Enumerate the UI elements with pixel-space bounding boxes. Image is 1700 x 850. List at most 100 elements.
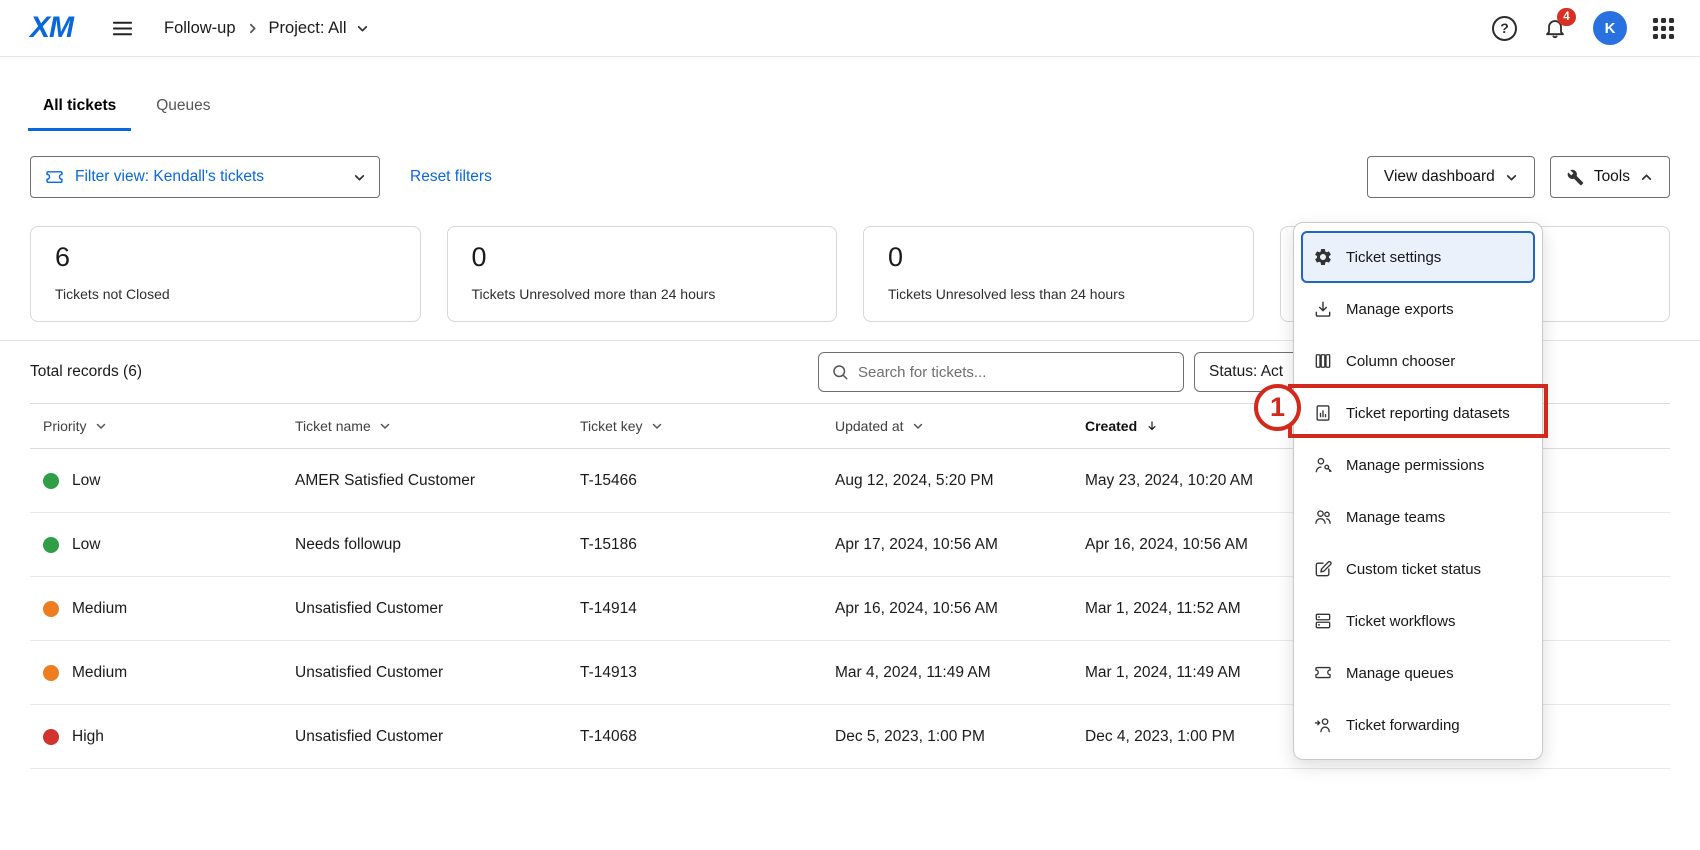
hamburger-menu-icon[interactable] <box>111 17 134 40</box>
updated-at-cell: Mar 4, 2024, 11:49 AM <box>835 664 1085 682</box>
priority-dot <box>43 729 59 745</box>
column-header-ticket-key[interactable]: Ticket key <box>580 418 835 434</box>
tabs: All tickets Queues <box>0 57 1700 131</box>
tab-queues[interactable]: Queues <box>141 97 225 131</box>
ticket-icon <box>44 167 65 188</box>
ticket-name-cell: Unsatisfied Customer <box>295 664 580 682</box>
priority-cell: Medium <box>43 664 295 682</box>
menu-item-manage-teams[interactable]: Manage teams <box>1301 491 1535 543</box>
breadcrumb: Follow-up Project: All <box>164 19 369 38</box>
stat-label: Tickets Unresolved more than 24 hours <box>472 286 813 302</box>
stat-label: Tickets not Closed <box>55 286 396 302</box>
stat-card-unresolved-under-24h: 0 Tickets Unresolved less than 24 hours <box>863 226 1254 322</box>
notification-badge: 4 <box>1557 8 1576 26</box>
menu-item-label: Manage queues <box>1346 665 1454 682</box>
person-arrow-icon <box>1313 715 1333 735</box>
chevron-right-icon <box>246 22 259 35</box>
chevron-down-icon <box>651 420 663 432</box>
stat-value: 0 <box>472 242 813 273</box>
chevron-down-icon[interactable] <box>356 22 369 35</box>
column-label: Ticket key <box>580 418 643 434</box>
column-header-ticket-name[interactable]: Ticket name <box>295 418 580 434</box>
breadcrumb-followup[interactable]: Follow-up <box>164 19 236 38</box>
stat-value: 0 <box>888 242 1229 273</box>
priority-label: Low <box>72 536 100 554</box>
updated-at-cell: Apr 17, 2024, 10:56 AM <box>835 536 1085 554</box>
priority-cell: Low <box>43 536 295 554</box>
column-label: Created <box>1085 418 1137 434</box>
ticket-search[interactable] <box>818 352 1184 392</box>
person-key-icon <box>1313 455 1333 475</box>
stat-card-not-closed: 6 Tickets not Closed <box>30 226 421 322</box>
wrench-icon <box>1567 169 1584 186</box>
updated-at-cell: Dec 5, 2023, 1:00 PM <box>835 728 1085 746</box>
menu-item-manage-exports[interactable]: Manage exports <box>1301 283 1535 335</box>
priority-label: Low <box>72 472 100 490</box>
xm-logo[interactable]: XM <box>30 11 73 45</box>
status-filter-label: Status: Act <box>1209 363 1283 381</box>
updated-at-cell: Aug 12, 2024, 5:20 PM <box>835 472 1085 490</box>
priority-cell: Low <box>43 472 295 490</box>
priority-label: High <box>72 728 104 746</box>
menu-item-manage-permissions[interactable]: Manage permissions <box>1301 439 1535 491</box>
ticketing-page: XM Follow-up Project: All ? 4 K <box>0 0 1700 850</box>
menu-item-label: Manage permissions <box>1346 457 1484 474</box>
people-icon <box>1313 507 1333 527</box>
gear-icon <box>1313 247 1333 267</box>
column-header-updated-at[interactable]: Updated at <box>835 418 1085 434</box>
menu-item-column-chooser[interactable]: Column chooser <box>1301 335 1535 387</box>
help-icon[interactable]: ? <box>1492 16 1517 41</box>
menu-item-label: Column chooser <box>1346 353 1455 370</box>
tab-all-tickets[interactable]: All tickets <box>28 97 131 131</box>
topbar-actions: ? 4 K <box>1492 11 1674 45</box>
filter-view-label: Filter view: Kendall's tickets <box>75 168 264 186</box>
reset-filters-link[interactable]: Reset filters <box>410 168 492 186</box>
priority-dot <box>43 601 59 617</box>
tools-button[interactable]: Tools <box>1550 156 1670 198</box>
ticket-key-cell: T-14914 <box>580 600 835 618</box>
menu-item-ticket-workflows[interactable]: Ticket workflows <box>1301 595 1535 647</box>
chevron-down-icon <box>95 420 107 432</box>
menu-item-label: Ticket workflows <box>1346 613 1455 630</box>
avatar[interactable]: K <box>1593 11 1627 45</box>
menu-item-label: Ticket reporting datasets <box>1346 405 1510 422</box>
tools-dropdown-menu: Ticket settings Manage exports Column ch… <box>1293 222 1543 760</box>
menu-item-manage-queues[interactable]: Manage queues <box>1301 647 1535 699</box>
tools-label: Tools <box>1594 168 1630 186</box>
total-records-label: Total records (6) <box>30 363 142 381</box>
menu-item-label: Ticket forwarding <box>1346 717 1460 734</box>
column-label: Ticket name <box>295 418 371 434</box>
priority-label: Medium <box>72 664 127 682</box>
search-input[interactable] <box>858 364 1171 381</box>
ticket-key-cell: T-15186 <box>580 536 835 554</box>
ticket-icon <box>1313 663 1333 683</box>
breadcrumb-project[interactable]: Project: All <box>269 19 347 38</box>
ticket-name-cell: Unsatisfied Customer <box>295 600 580 618</box>
stat-label: Tickets Unresolved less than 24 hours <box>888 286 1229 302</box>
menu-item-ticket-forwarding[interactable]: Ticket forwarding <box>1301 699 1535 751</box>
pencil-square-icon <box>1313 559 1333 579</box>
ticket-key-cell: T-15466 <box>580 472 835 490</box>
filter-row-actions: View dashboard Tools <box>1367 156 1670 198</box>
stack-icon <box>1313 611 1333 631</box>
view-dashboard-button[interactable]: View dashboard <box>1367 156 1535 198</box>
search-icon <box>831 363 849 381</box>
ticket-name-cell: AMER Satisfied Customer <box>295 472 580 490</box>
stat-card-unresolved-over-24h: 0 Tickets Unresolved more than 24 hours <box>447 226 838 322</box>
chevron-up-icon <box>1640 171 1653 184</box>
topbar: XM Follow-up Project: All ? 4 K <box>0 0 1700 57</box>
menu-item-ticket-reporting-datasets[interactable]: Ticket reporting datasets <box>1301 387 1535 439</box>
menu-item-ticket-settings[interactable]: Ticket settings <box>1301 231 1535 283</box>
stat-value: 6 <box>55 242 396 273</box>
menu-item-label: Ticket settings <box>1346 249 1441 266</box>
menu-item-custom-ticket-status[interactable]: Custom ticket status <box>1301 543 1535 595</box>
column-header-priority[interactable]: Priority <box>43 418 295 434</box>
priority-dot <box>43 473 59 489</box>
menu-item-label: Manage exports <box>1346 301 1454 318</box>
apps-grid-icon[interactable] <box>1653 18 1674 39</box>
filter-view-dropdown[interactable]: Filter view: Kendall's tickets <box>30 156 380 198</box>
notifications-button[interactable]: 4 <box>1543 16 1567 40</box>
download-icon <box>1313 299 1333 319</box>
chevron-down-icon <box>379 420 391 432</box>
sort-descending-arrow-icon <box>1145 419 1159 433</box>
